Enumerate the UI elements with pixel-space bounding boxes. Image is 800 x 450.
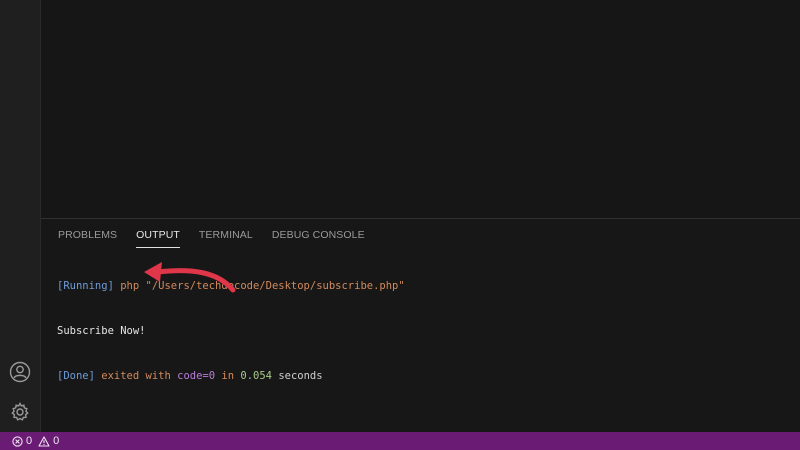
done-tag: [Done] xyxy=(57,370,95,382)
bottom-panel: PROBLEMS OUTPUT TERMINAL DEBUG CONSOLE [… xyxy=(41,218,800,433)
error-icon xyxy=(12,435,23,447)
gear-icon[interactable] xyxy=(8,400,32,424)
running-tag: [Running] xyxy=(57,280,114,292)
exit-code-text: code=0 xyxy=(177,370,216,382)
status-bar: 0 0 xyxy=(0,432,800,450)
tab-problems[interactable]: PROBLEMS xyxy=(58,219,117,251)
account-icon[interactable] xyxy=(8,360,32,384)
warnings-indicator[interactable]: 0 xyxy=(38,435,59,447)
tab-terminal[interactable]: TERMINAL xyxy=(199,219,253,251)
tab-output[interactable]: OUTPUT xyxy=(136,219,180,251)
seconds-text: seconds xyxy=(278,370,323,382)
activity-bar xyxy=(0,0,41,432)
duration-text: 0.054 xyxy=(240,370,272,382)
panel-tabs: PROBLEMS OUTPUT TERMINAL DEBUG CONSOLE xyxy=(41,219,800,251)
program-output-text: Subscribe Now! xyxy=(57,325,146,337)
red-arrow-annotation xyxy=(144,262,236,293)
exited-with-text: exited with xyxy=(101,370,171,382)
output-line-done: [Done] exited with code=0 in 0.054 secon… xyxy=(57,369,405,384)
warnings-count: 0 xyxy=(53,435,60,447)
in-text: in xyxy=(221,370,235,382)
tab-debug-console[interactable]: DEBUG CONSOLE xyxy=(272,219,365,251)
errors-count: 0 xyxy=(26,435,33,447)
errors-indicator[interactable]: 0 xyxy=(12,435,32,447)
editor-area xyxy=(41,0,800,218)
warning-icon xyxy=(38,435,50,447)
output-line-program: Subscribe Now! xyxy=(57,324,405,339)
